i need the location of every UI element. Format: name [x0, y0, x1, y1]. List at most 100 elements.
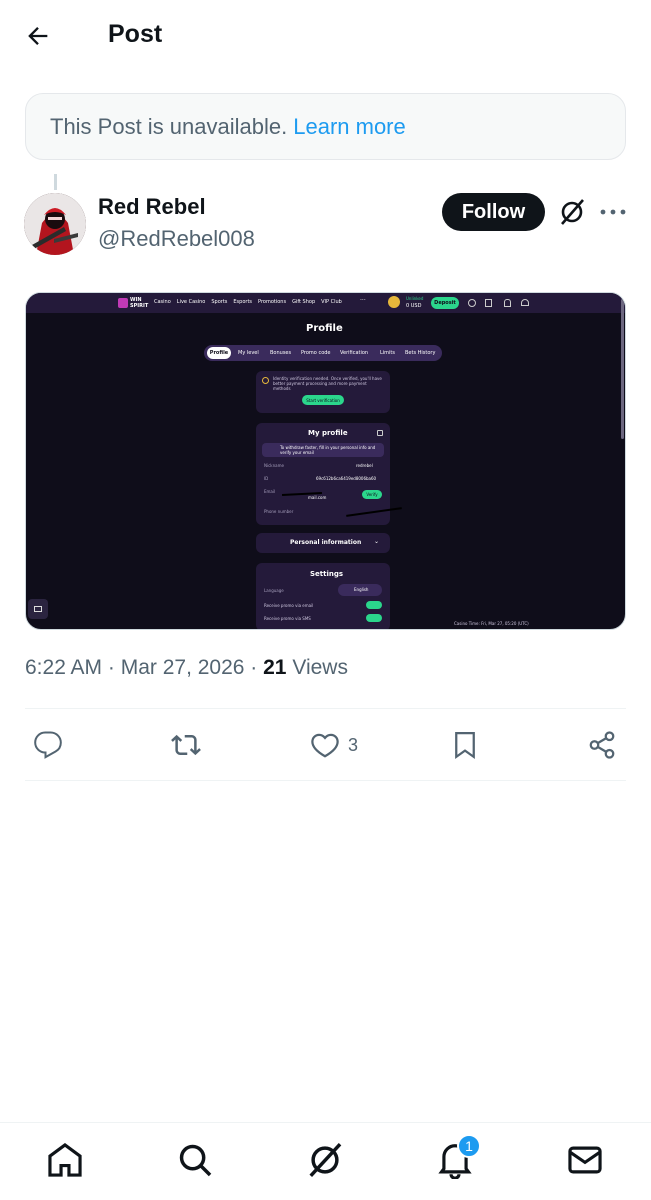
my-profile-title: My profile [308, 429, 348, 437]
personal-info-collapse[interactable]: Personal information ⌄ [256, 533, 390, 553]
divider [25, 780, 626, 781]
post-media[interactable]: WIN SPIRIT Casino Live Casino Sports Esp… [25, 292, 626, 630]
back-arrow-icon[interactable] [24, 22, 52, 50]
grok-icon[interactable] [557, 197, 587, 227]
reply-icon [34, 731, 62, 759]
nav-search[interactable] [176, 1141, 216, 1181]
nav-promotions[interactable]: Promotions [258, 299, 286, 305]
bookmark-button[interactable] [450, 722, 480, 768]
bookmark-icon [455, 732, 475, 760]
nickname-value[interactable]: redrebel [356, 463, 373, 468]
bottom-navigation [0, 1122, 651, 1200]
casino-nav-bar: WIN SPIRIT Casino Live Casino Sports Esp… [26, 293, 625, 313]
settings-card: Settings Language English Receive promo … [256, 563, 390, 629]
gift-icon[interactable] [485, 299, 492, 307]
tab-profile[interactable]: Profile [207, 347, 231, 359]
search-icon [179, 1144, 212, 1177]
nav-live-casino[interactable]: Live Casino [177, 299, 206, 305]
brand-logo-icon [118, 298, 128, 308]
phone-label: Phone number [264, 509, 294, 514]
thread-line [54, 174, 57, 190]
repost-icon [171, 734, 201, 756]
promo-email-label: Receive promo via email [264, 603, 314, 608]
like-button[interactable]: 3 [310, 722, 358, 768]
verification-message: Identity verification needed. Once verif… [273, 376, 382, 391]
user-icon[interactable] [468, 299, 476, 307]
nav-vip-club[interactable]: VIP Club [321, 299, 342, 305]
personal-info-label: Personal information [290, 539, 362, 546]
deposit-button[interactable]: Deposit [431, 297, 459, 309]
balance-label: Unlinked [406, 296, 424, 301]
top-bar: Post [0, 0, 651, 70]
heart-icon [311, 733, 339, 758]
chevron-down-icon: ⌄ [374, 538, 380, 545]
warning-icon [262, 377, 269, 384]
phone-redaction-mark [346, 507, 402, 517]
tab-promo-code[interactable]: Promo code [301, 350, 331, 356]
nav-sports[interactable]: Sports [211, 299, 227, 305]
tab-bets-history[interactable]: Bets History [405, 350, 435, 356]
language-value: English [354, 587, 369, 592]
more-nav-icon[interactable]: ··· [360, 297, 366, 304]
tab-bonuses[interactable]: Bonuses [270, 350, 291, 356]
language-label: Language [264, 588, 284, 593]
grok-icon [309, 1142, 342, 1178]
start-verification-button[interactable]: Start verification [302, 395, 344, 405]
reply-button[interactable] [33, 722, 63, 768]
repost-button[interactable] [171, 722, 201, 768]
verify-email-button[interactable]: Verify [362, 490, 382, 499]
tab-my-level[interactable]: My level [238, 350, 259, 356]
mail-icon [568, 1146, 602, 1174]
avatar[interactable] [24, 193, 86, 255]
nav-gift-shop[interactable]: Gift Shop [292, 299, 315, 305]
notification-badge: 1 [457, 1134, 481, 1158]
language-select[interactable]: English [338, 584, 382, 596]
post-actions: 3 [0, 722, 651, 768]
unavailable-notice: This Post is unavailable. Learn more [25, 93, 626, 160]
email-label: Email [264, 489, 276, 494]
tab-limits[interactable]: Limits [380, 350, 395, 356]
share-button[interactable] [587, 722, 617, 768]
notice-text: This Post is unavailable. [50, 113, 288, 139]
profile-heading: Profile [306, 323, 343, 334]
casino-nav-links: Casino Live Casino Sports Esports Promot… [154, 299, 342, 305]
post-meta: 6:22 AM · Mar 27, 2026 · 21 Views [25, 656, 348, 680]
balance-value[interactable]: 0 USD [406, 303, 421, 309]
page-title: Post [108, 20, 163, 48]
my-profile-card: My profile To withdraw faster, fill in y… [256, 423, 402, 525]
author-name[interactable]: Red Rebel [98, 194, 206, 220]
nav-casino[interactable]: Casino [154, 299, 171, 305]
profile-tabs: Profile My level Bonuses Promo code Veri… [204, 345, 442, 361]
tab-verification[interactable]: Verification [340, 350, 368, 356]
nav-messages[interactable] [566, 1141, 606, 1181]
nav-home[interactable] [46, 1141, 86, 1181]
follow-button[interactable]: Follow [442, 193, 545, 231]
bell-icon[interactable] [504, 299, 511, 307]
id-value: 69c612b6ca6419ed8006ba60 [316, 476, 377, 481]
settings-title: Settings [310, 570, 344, 578]
nav-esports[interactable]: Esports [233, 299, 252, 305]
mail-icon[interactable] [28, 599, 48, 619]
divider [25, 708, 626, 709]
id-label: ID [264, 476, 269, 481]
learn-more-link[interactable]: Learn more [293, 114, 406, 140]
views-count: 21 [263, 656, 287, 679]
lock-icon [377, 430, 383, 436]
promo-email-toggle[interactable] [366, 601, 382, 609]
promo-sms-toggle[interactable] [366, 614, 382, 622]
avatar-image [24, 193, 86, 255]
level-badge-icon [388, 296, 400, 308]
post-timestamp[interactable]: 6:22 AM · Mar 27, 2026 · [25, 656, 263, 679]
promo-sms-label: Receive promo via SMS [264, 616, 311, 621]
nav-grok[interactable] [306, 1141, 346, 1181]
like-count: 3 [348, 734, 359, 755]
brand-name: WIN SPIRIT [130, 297, 149, 309]
scrollbar[interactable] [621, 299, 624, 439]
support-icon[interactable] [521, 299, 529, 306]
author-handle[interactable]: @RedRebel008 [98, 226, 255, 252]
withdraw-hint: To withdraw faster, fill in your persona… [262, 443, 384, 457]
home-icon [48, 1142, 82, 1177]
share-icon [589, 731, 615, 759]
more-options-icon[interactable] [598, 197, 628, 227]
casino-time: Casino Time: Fri, Mar 27, 05:20 (UTC) [454, 621, 529, 626]
